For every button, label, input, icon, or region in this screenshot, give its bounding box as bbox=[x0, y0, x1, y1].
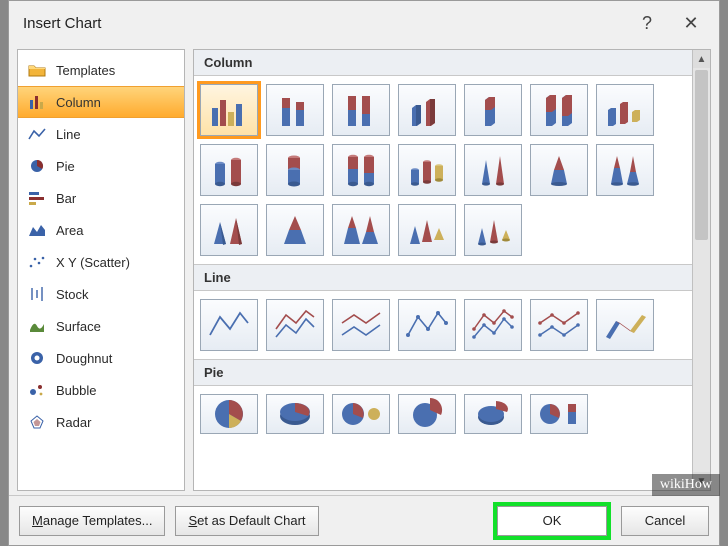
dialog-body: Templates Column Line Pie bbox=[9, 45, 719, 495]
titlebar: Insert Chart ? ✕ bbox=[9, 1, 719, 45]
gallery-scrollbar[interactable]: ▲ ▼ bbox=[692, 50, 710, 490]
section-line-thumbs bbox=[194, 291, 692, 359]
thumb-100pct-stacked-cylinder[interactable] bbox=[332, 144, 390, 196]
thumb-pie[interactable] bbox=[200, 394, 258, 434]
thumb-line-markers[interactable] bbox=[398, 299, 456, 351]
sidebar-item-stock[interactable]: Stock bbox=[18, 278, 184, 310]
sidebar-item-bubble[interactable]: Bubble bbox=[18, 374, 184, 406]
sidebar-item-surface[interactable]: Surface bbox=[18, 310, 184, 342]
section-header-line: Line bbox=[194, 264, 692, 291]
sidebar-item-pie[interactable]: Pie bbox=[18, 150, 184, 182]
scroll-up-arrow[interactable]: ▲ bbox=[693, 50, 710, 68]
folder-icon bbox=[28, 62, 46, 78]
sidebar-item-templates[interactable]: Templates bbox=[18, 54, 184, 86]
thumb-100pct-stacked-line[interactable] bbox=[332, 299, 390, 351]
thumb-stacked-line-markers[interactable] bbox=[464, 299, 522, 351]
sidebar-item-label: Doughnut bbox=[56, 351, 112, 366]
thumb-bar-of-pie[interactable] bbox=[530, 394, 588, 434]
insert-chart-dialog: Insert Chart ? ✕ Templates Column bbox=[8, 0, 720, 546]
thumb-3d-100pct-stacked-column[interactable] bbox=[530, 84, 588, 136]
thumb-stacked-cylinder[interactable] bbox=[266, 144, 324, 196]
sidebar-item-area[interactable]: Area bbox=[18, 214, 184, 246]
thumb-line[interactable] bbox=[200, 299, 258, 351]
sidebar-item-column[interactable]: Column bbox=[18, 86, 184, 118]
sidebar-item-scatter[interactable]: X Y (Scatter) bbox=[18, 246, 184, 278]
thumb-clustered-column[interactable] bbox=[200, 84, 258, 136]
set-default-chart-button[interactable]: Set as Default Chart bbox=[175, 506, 318, 536]
thumb-pie-3d[interactable] bbox=[266, 394, 324, 434]
sidebar-item-label: Bubble bbox=[56, 383, 96, 398]
column-icon bbox=[28, 94, 46, 110]
ok-button[interactable]: OK bbox=[497, 506, 607, 536]
thumb-100pct-stacked-line-markers[interactable] bbox=[530, 299, 588, 351]
sidebar-item-label: X Y (Scatter) bbox=[56, 255, 130, 270]
thumb-3d-cylinder[interactable] bbox=[398, 144, 456, 196]
ok-highlight-box: OK bbox=[493, 502, 611, 540]
sidebar-item-label: Line bbox=[56, 127, 81, 142]
manage-templates-button[interactable]: Manage Templates... bbox=[19, 506, 165, 536]
thumb-3d-clustered-column[interactable] bbox=[398, 84, 456, 136]
thumb-pie-of-pie[interactable] bbox=[332, 394, 390, 434]
thumb-stacked-pyramid[interactable] bbox=[266, 204, 324, 256]
thumb-clustered-pyramid[interactable] bbox=[200, 204, 258, 256]
thumb-clustered-cylinder[interactable] bbox=[200, 144, 258, 196]
sidebar-item-label: Area bbox=[56, 223, 83, 238]
watermark: wikiHow bbox=[652, 474, 720, 496]
sidebar-item-radar[interactable]: Radar bbox=[18, 406, 184, 438]
sidebar-item-label: Bar bbox=[56, 191, 76, 206]
section-header-column: Column bbox=[194, 50, 692, 76]
thumb-3d-cone[interactable] bbox=[464, 204, 522, 256]
thumb-clustered-cone[interactable] bbox=[464, 144, 522, 196]
thumb-3d-line[interactable] bbox=[596, 299, 654, 351]
radar-icon bbox=[28, 414, 46, 430]
dialog-title: Insert Chart bbox=[23, 15, 625, 32]
sidebar-item-label: Pie bbox=[56, 159, 75, 174]
section-header-pie: Pie bbox=[194, 359, 692, 386]
thumb-exploded-pie-3d[interactable] bbox=[464, 394, 522, 434]
help-button[interactable]: ? bbox=[625, 8, 669, 38]
surface-icon bbox=[28, 318, 46, 334]
dialog-footer: Manage Templates... Set as Default Chart… bbox=[9, 495, 719, 545]
section-pie-thumbs bbox=[194, 386, 692, 434]
thumb-100pct-stacked-pyramid[interactable] bbox=[332, 204, 390, 256]
thumb-100pct-stacked-column[interactable] bbox=[332, 84, 390, 136]
close-button[interactable]: ✕ bbox=[669, 8, 713, 38]
cancel-button[interactable]: Cancel bbox=[621, 506, 709, 536]
sidebar-item-line[interactable]: Line bbox=[18, 118, 184, 150]
scatter-icon bbox=[28, 254, 46, 270]
sidebar-item-doughnut[interactable]: Doughnut bbox=[18, 342, 184, 374]
sidebar-item-label: Templates bbox=[56, 63, 115, 78]
sidebar-item-label: Surface bbox=[56, 319, 101, 334]
thumb-3d-pyramid[interactable] bbox=[398, 204, 456, 256]
sidebar-item-label: Stock bbox=[56, 287, 89, 302]
sidebar-item-bar[interactable]: Bar bbox=[18, 182, 184, 214]
scroll-thumb[interactable] bbox=[695, 70, 708, 240]
bar-icon bbox=[28, 190, 46, 206]
thumb-3d-stacked-column[interactable] bbox=[464, 84, 522, 136]
stock-icon bbox=[28, 286, 46, 302]
chart-gallery: Column bbox=[193, 49, 711, 491]
thumb-stacked-column[interactable] bbox=[266, 84, 324, 136]
pie-icon bbox=[28, 158, 46, 174]
thumb-stacked-cone[interactable] bbox=[530, 144, 588, 196]
chart-type-sidebar: Templates Column Line Pie bbox=[17, 49, 185, 491]
section-column-thumbs bbox=[194, 76, 692, 264]
bubble-icon bbox=[28, 382, 46, 398]
thumb-exploded-pie[interactable] bbox=[398, 394, 456, 434]
sidebar-item-label: Column bbox=[56, 95, 101, 110]
line-icon bbox=[28, 126, 46, 142]
sidebar-item-label: Radar bbox=[56, 415, 91, 430]
thumb-3d-column[interactable] bbox=[596, 84, 654, 136]
gallery-scroll-area: Column bbox=[194, 50, 692, 490]
doughnut-icon bbox=[28, 350, 46, 366]
area-icon bbox=[28, 222, 46, 238]
thumb-stacked-line[interactable] bbox=[266, 299, 324, 351]
thumb-100pct-stacked-cone[interactable] bbox=[596, 144, 654, 196]
